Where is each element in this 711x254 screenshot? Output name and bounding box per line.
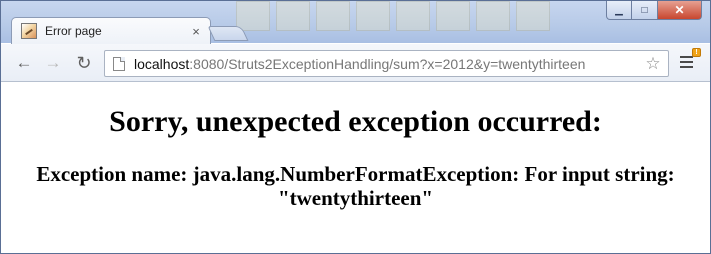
page-content: Sorry, unexpected exception occurred: Ex… xyxy=(1,83,710,253)
url-text[interactable]: localhost:8080/Struts2ExceptionHandling/… xyxy=(134,56,643,72)
browser-window: Error page × ▁ □ ✕ ← → ↻ localhost:8080/… xyxy=(0,0,711,254)
minimize-button[interactable]: ▁ xyxy=(606,1,632,20)
forward-arrow-icon[interactable]: → xyxy=(41,52,65,74)
update-badge-icon: ! xyxy=(692,48,701,57)
url-path: :8080/Struts2ExceptionHandling/sum?x=201… xyxy=(189,55,586,72)
exception-message: Exception name: java.lang.NumberFormatEx… xyxy=(36,162,675,210)
window-controls: ▁ □ ✕ xyxy=(606,1,702,21)
title-bar: Error page × ▁ □ ✕ xyxy=(1,1,710,44)
back-arrow-icon[interactable]: ← xyxy=(12,52,36,74)
reload-icon[interactable]: ↻ xyxy=(72,52,96,74)
url-host: localhost xyxy=(134,55,190,72)
close-window-button[interactable]: ✕ xyxy=(658,1,702,20)
bookmark-star-icon[interactable]: ☆ xyxy=(643,54,663,74)
browser-toolbar: ← → ↻ localhost:8080/Struts2ExceptionHan… xyxy=(1,44,710,82)
address-bar[interactable]: localhost:8080/Struts2ExceptionHandling/… xyxy=(104,50,669,77)
favicon-icon xyxy=(21,23,37,39)
maximize-button[interactable]: □ xyxy=(632,1,658,20)
tab-error-page[interactable]: Error page × xyxy=(11,17,211,44)
tab-title: Error page xyxy=(45,24,102,38)
new-tab-button[interactable] xyxy=(207,26,249,41)
titlebar-background xyxy=(236,1,596,31)
page-icon xyxy=(113,56,125,71)
tab-close-icon[interactable]: × xyxy=(188,23,204,39)
error-heading: Sorry, unexpected exception occurred: xyxy=(109,105,602,138)
